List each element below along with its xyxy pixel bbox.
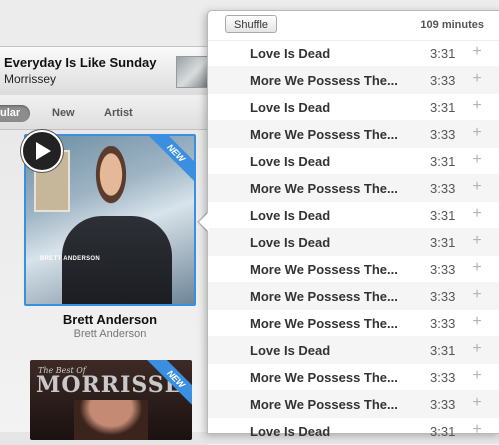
track-name: Love Is Dead bbox=[250, 235, 331, 250]
add-track-icon[interactable]: + bbox=[470, 152, 484, 168]
album-artwork[interactable]: The Best Of MORRISSE NEW bbox=[30, 360, 192, 440]
tracklist-popover: Shuffle 109 minutes Love Is Dead 3:31 + Mor… bbox=[207, 10, 499, 445]
add-track-icon[interactable]: + bbox=[470, 125, 484, 141]
track-name: Love Is Dead bbox=[250, 154, 331, 169]
track-name: Love Is Dead bbox=[250, 46, 331, 61]
popover-header: Shuffle 109 minutes bbox=[208, 11, 499, 41]
track-duration: 3:33 bbox=[430, 181, 456, 196]
track-duration: 3:33 bbox=[430, 73, 456, 88]
add-track-icon[interactable]: + bbox=[470, 233, 484, 249]
track-row[interactable]: More We Possess The... 3:33 + bbox=[208, 283, 499, 310]
track-duration: 3:31 bbox=[430, 208, 456, 223]
track-duration: 3:31 bbox=[430, 235, 456, 250]
track-row[interactable]: More We Possess The... 3:33 + bbox=[208, 256, 499, 283]
track-name: Love Is Dead bbox=[250, 208, 331, 223]
track-duration: 3:33 bbox=[430, 262, 456, 277]
add-track-icon[interactable]: + bbox=[470, 395, 484, 411]
track-name: More We Possess The... bbox=[250, 370, 398, 385]
shuffle-button[interactable]: Shuffle bbox=[225, 15, 278, 33]
track-duration: 3:33 bbox=[430, 316, 456, 331]
artwork-figure-head bbox=[76, 146, 146, 241]
track-duration: 3:31 bbox=[430, 154, 456, 169]
new-badge: NEW bbox=[145, 136, 194, 184]
total-duration: 109 minutes bbox=[420, 19, 484, 31]
popover-arrow-inner bbox=[199, 212, 209, 232]
now-playing-artist: Morrissey bbox=[4, 72, 57, 86]
track-row[interactable]: More We Possess The... 3:33 + bbox=[208, 175, 499, 202]
track-name: More We Possess The... bbox=[250, 181, 398, 196]
track-name: More We Possess The... bbox=[250, 127, 398, 142]
track-duration: 3:33 bbox=[430, 397, 456, 412]
now-playing-artwork[interactable] bbox=[176, 56, 208, 88]
track-name: More We Possess The... bbox=[250, 262, 398, 277]
track-row[interactable]: Love Is Dead 3:31 + bbox=[208, 337, 499, 364]
track-row[interactable]: Love Is Dead 3:31 + bbox=[208, 40, 499, 67]
track-row[interactable]: Love Is Dead 3:31 + bbox=[208, 229, 499, 256]
track-name: Love Is Dead bbox=[250, 343, 331, 358]
album-artist[interactable]: Brett Anderson bbox=[0, 328, 220, 340]
track-duration: 3:31 bbox=[430, 100, 456, 115]
add-track-icon[interactable]: + bbox=[470, 314, 484, 330]
album-card[interactable]: BRETT ANDERSON NEW bbox=[21, 130, 196, 306]
track-row[interactable]: Love Is Dead 3:31 + bbox=[208, 148, 499, 175]
filter-tab-popular[interactable]: ular bbox=[0, 105, 31, 122]
play-icon bbox=[36, 142, 51, 160]
now-playing-bar[interactable]: Everyday Is Like Sunday Morrissey bbox=[0, 46, 220, 96]
track-duration: 3:33 bbox=[430, 289, 456, 304]
now-playing-title: Everyday Is Like Sunday bbox=[4, 55, 157, 70]
track-duration: 3:31 bbox=[430, 343, 456, 358]
track-row[interactable]: More We Possess The... 3:33 + bbox=[208, 364, 499, 391]
track-row[interactable]: Love Is Dead 3:31 + bbox=[208, 94, 499, 121]
add-track-icon[interactable]: + bbox=[470, 341, 484, 357]
add-track-icon[interactable]: + bbox=[470, 260, 484, 276]
add-track-icon[interactable]: + bbox=[470, 422, 484, 438]
filter-bar: ular New Artist bbox=[0, 95, 220, 130]
track-name: More We Possess The... bbox=[250, 289, 398, 304]
add-track-icon[interactable]: + bbox=[470, 44, 484, 60]
add-track-icon[interactable]: + bbox=[470, 71, 484, 87]
add-track-icon[interactable]: + bbox=[470, 287, 484, 303]
artwork-face bbox=[74, 400, 148, 440]
track-duration: 3:31 bbox=[430, 46, 456, 61]
album-title[interactable]: Brett Anderson bbox=[0, 312, 220, 327]
add-track-icon[interactable]: + bbox=[470, 98, 484, 114]
track-name: More We Possess The... bbox=[250, 397, 398, 412]
track-row[interactable]: More We Possess The... 3:33 + bbox=[208, 121, 499, 148]
artwork-text: BRETT ANDERSON bbox=[40, 256, 100, 262]
track-row[interactable]: More We Possess The... 3:33 + bbox=[208, 67, 499, 94]
artwork-text-large: MORRISSE bbox=[36, 372, 183, 398]
track-row[interactable]: More We Possess The... 3:33 + bbox=[208, 310, 499, 337]
track-row[interactable]: More We Possess The... 3:33 + bbox=[208, 391, 499, 418]
add-track-icon[interactable]: + bbox=[470, 179, 484, 195]
filter-tab-artist[interactable]: Artist bbox=[104, 105, 133, 122]
track-name: More We Possess The... bbox=[250, 73, 398, 88]
play-button[interactable] bbox=[21, 130, 63, 172]
album-card[interactable]: The Best Of MORRISSE NEW bbox=[30, 360, 192, 440]
track-duration: 3:33 bbox=[430, 370, 456, 385]
track-row[interactable]: Love Is Dead 3:31 + bbox=[208, 202, 499, 229]
track-name: Love Is Dead bbox=[250, 100, 331, 115]
filter-tab-new[interactable]: New bbox=[52, 105, 75, 122]
add-track-icon[interactable]: + bbox=[470, 368, 484, 384]
track-duration: 3:33 bbox=[430, 127, 456, 142]
add-track-icon[interactable]: + bbox=[470, 206, 484, 222]
track-list: Love Is Dead 3:31 + More We Possess The... 3… bbox=[208, 40, 499, 445]
track-name: More We Possess The... bbox=[250, 316, 398, 331]
